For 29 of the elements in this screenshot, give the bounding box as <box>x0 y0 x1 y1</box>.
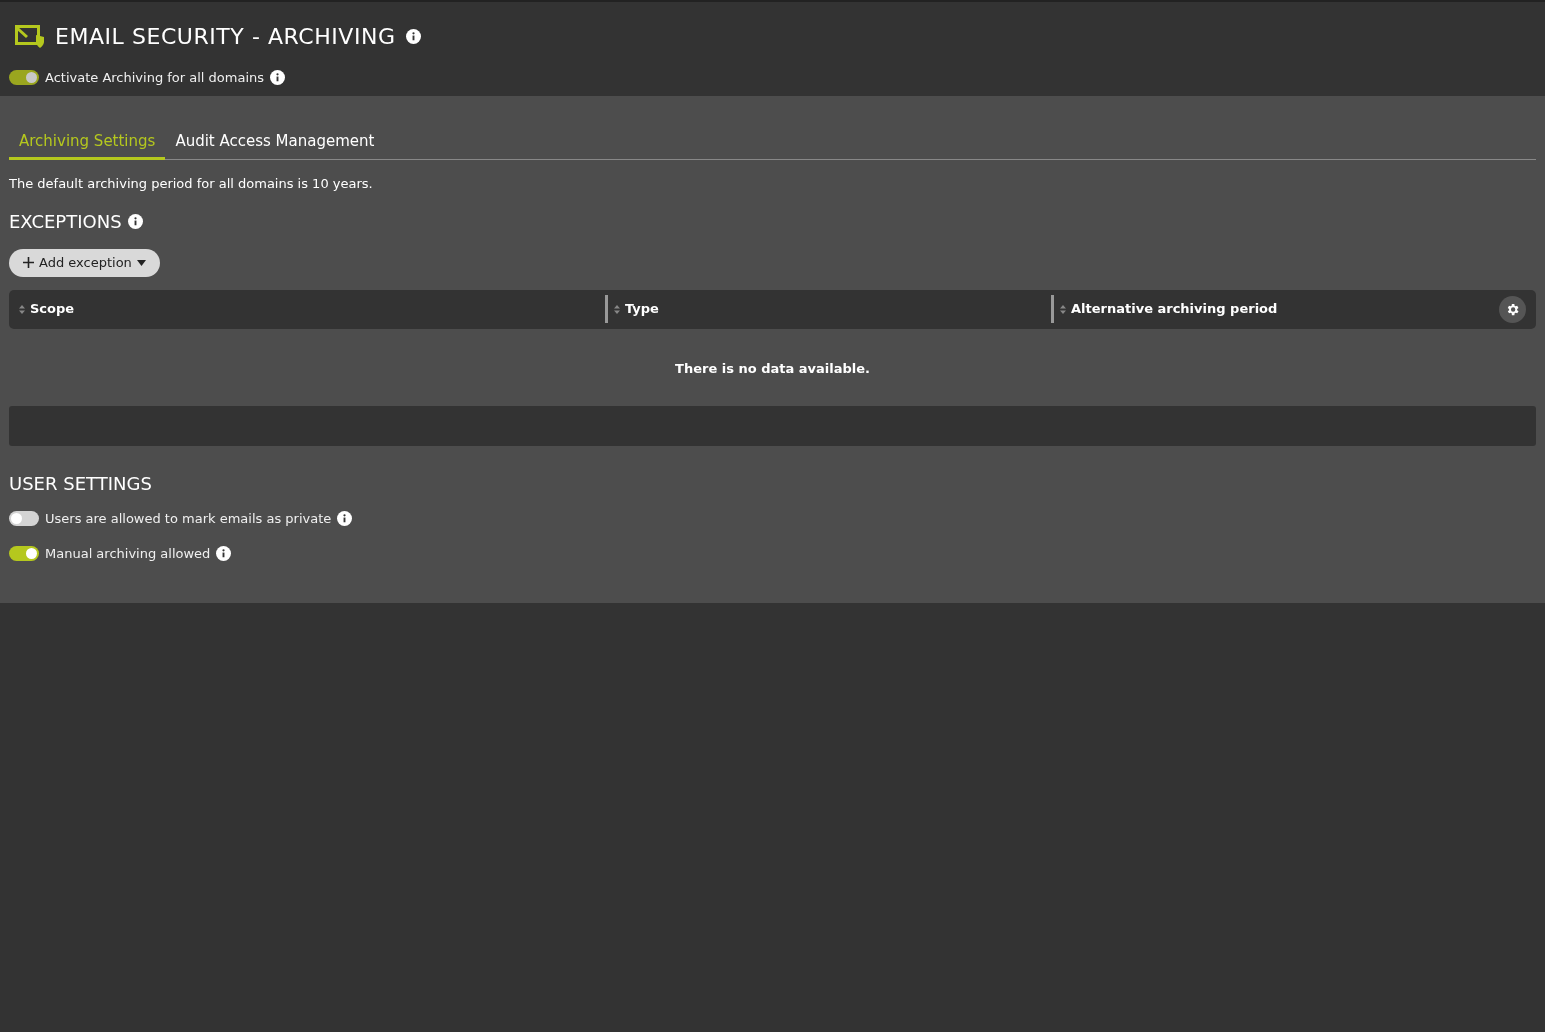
tab[interactable]: Audit Access Management <box>165 129 385 160</box>
toggle-switch[interactable] <box>9 545 39 561</box>
sort-icon[interactable] <box>19 304 25 314</box>
add-exception-button[interactable]: Add exception <box>9 248 160 277</box>
caret-icon <box>136 259 146 266</box>
settings-icon <box>1505 301 1520 317</box>
sort-icon[interactable] <box>1060 304 1066 314</box>
sort-icon[interactable] <box>614 304 620 314</box>
toggle-label: Manual archiving allowed <box>45 544 211 563</box>
info-icon[interactable] <box>337 511 353 527</box>
plus-icon <box>23 257 34 268</box>
toggle-label: Activate Archiving for all domains <box>45 69 265 87</box>
tab[interactable]: Archiving Settings <box>9 129 166 160</box>
empty-message: There is no data available. <box>674 359 871 378</box>
info-icon[interactable] <box>216 545 232 561</box>
info-icon[interactable] <box>405 29 421 44</box>
info-icon[interactable] <box>270 70 286 86</box>
toggle-switch[interactable] <box>9 511 39 527</box>
toggle-label: Users are allowed to mark emails as private <box>45 510 332 528</box>
section-heading: EXCEPTIONS <box>9 209 122 234</box>
intro-text: The default archiving period for all domains is 10 years. <box>9 175 374 193</box>
column-header[interactable]: Scope <box>30 299 75 319</box>
info-icon[interactable] <box>127 213 143 229</box>
page-title: EMAIL SECURITY - ARCHIVING <box>55 23 396 51</box>
envelope-shield-icon <box>15 24 45 49</box>
column-header[interactable]: Alternative archiving period <box>1071 299 1278 319</box>
column-header[interactable]: Type <box>625 299 659 319</box>
section-heading: USER SETTINGS <box>9 472 153 496</box>
settings-button[interactable] <box>1499 295 1526 323</box>
